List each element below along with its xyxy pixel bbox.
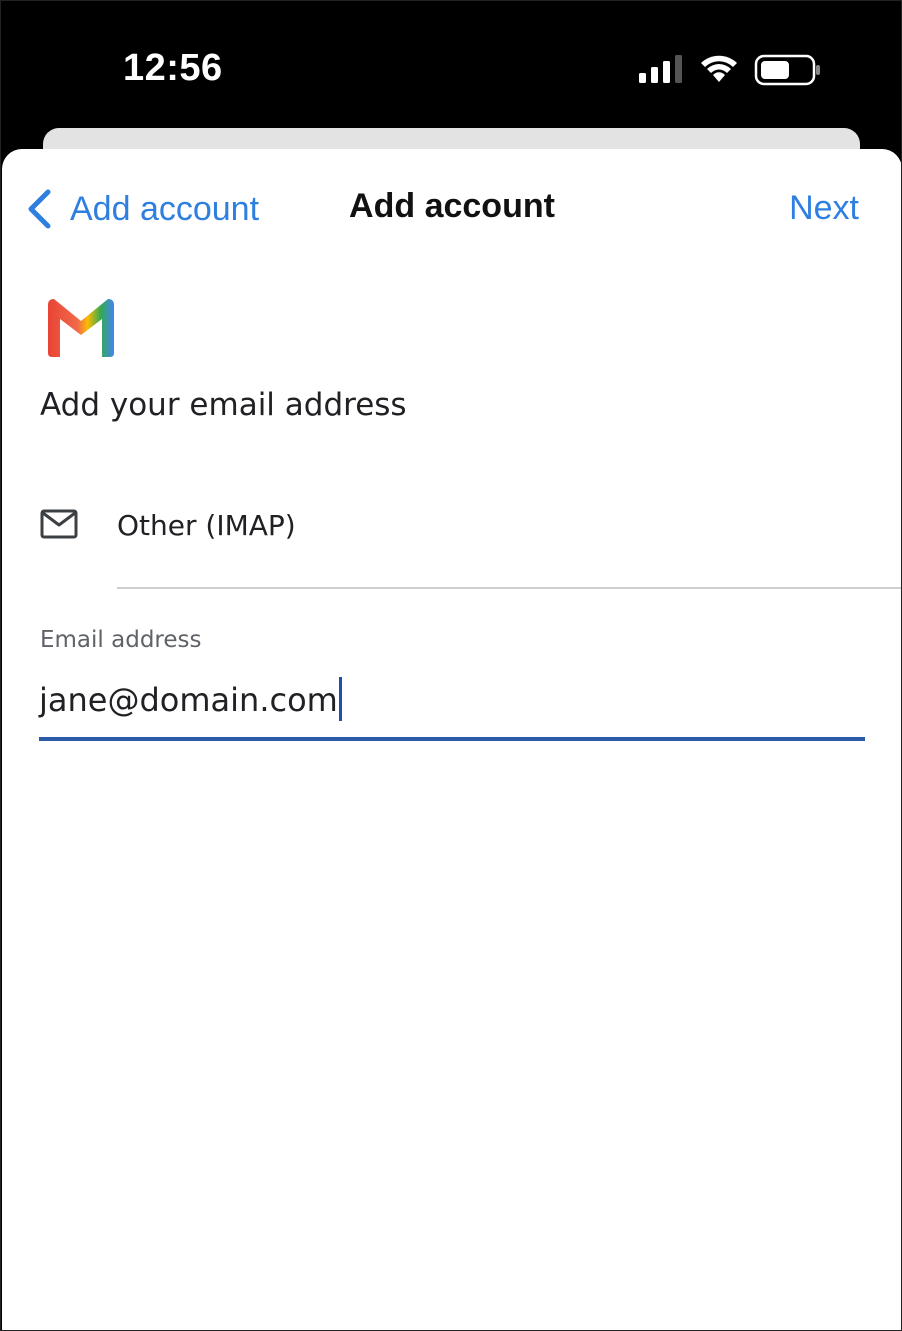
heading: Add your email address — [40, 387, 407, 423]
cellular-signal-icon — [639, 55, 682, 83]
gmail-logo — [48, 299, 114, 357]
page-title: Add account — [349, 187, 555, 225]
status-time: 12:56 — [123, 47, 223, 89]
phone-screen: 12:56 Add account Add account Next Add y… — [0, 0, 902, 1331]
battery-icon — [754, 54, 820, 86]
status-icons — [639, 54, 820, 86]
add-account-sheet: Add account Add account Next Add your em… — [2, 149, 901, 1330]
email-field[interactable]: jane@domain.com — [39, 669, 865, 741]
option-label: Other (IMAP) — [117, 509, 296, 542]
email-field-value[interactable]: jane@domain.com — [39, 677, 342, 721]
email-field-underline — [39, 737, 865, 741]
option-other-imap[interactable]: Other (IMAP) — [2, 479, 901, 589]
wifi-icon — [701, 55, 737, 82]
email-field-text: jane@domain.com — [39, 681, 338, 719]
next-button[interactable]: Next — [789, 189, 859, 228]
email-field-label: Email address — [40, 627, 202, 653]
mail-icon — [40, 509, 78, 539]
divider — [117, 587, 901, 589]
text-caret — [338, 677, 342, 721]
